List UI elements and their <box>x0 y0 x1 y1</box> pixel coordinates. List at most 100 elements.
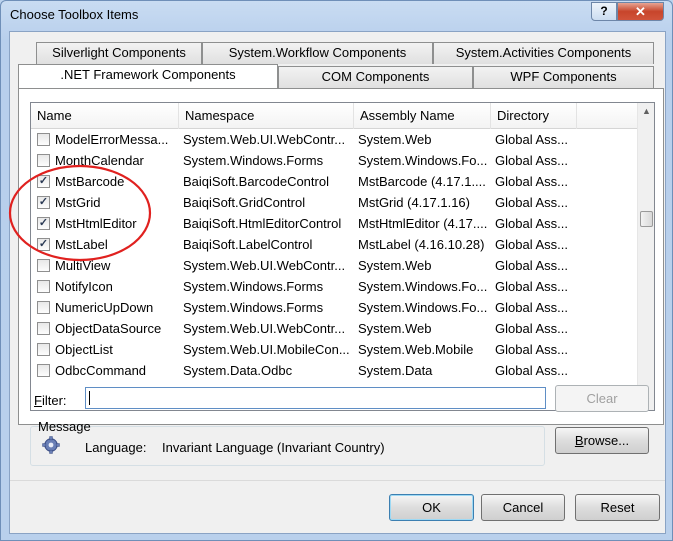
checkbox[interactable] <box>37 154 50 167</box>
clear-button[interactable]: Clear <box>555 385 649 412</box>
toolbox-items-list[interactable]: Name Namespace Assembly Name Directory M… <box>30 102 655 411</box>
cell-name: ObjectDataSource <box>55 321 162 336</box>
reset-button[interactable]: Reset <box>575 494 660 521</box>
checkbox[interactable] <box>37 343 50 356</box>
column-header-assembly-name[interactable]: Assembly Name <box>354 103 491 129</box>
table-row[interactable]: OdbcCommand System.Data.Odbc System.Data Gl… <box>31 360 637 381</box>
cell-name: MstHtmlEditor <box>55 216 137 231</box>
scrollbar-thumb[interactable] <box>640 211 653 227</box>
cell-assembly: MstGrid (4.17.1.16) <box>358 195 470 210</box>
cell-directory: Global Ass... <box>495 321 568 336</box>
cell-name: MultiView <box>55 258 111 273</box>
tab-silverlight-components[interactable]: Silverlight Components <box>36 42 202 64</box>
filter-label: Filter: <box>34 393 67 408</box>
cell-namespace: System.Web.UI.MobileCon... <box>183 342 350 357</box>
cell-namespace: System.Windows.Forms <box>183 153 324 168</box>
column-header-namespace[interactable]: Namespace <box>179 103 354 129</box>
cell-assembly: System.Windows.Fo... <box>358 279 488 294</box>
language-value: Invariant Language (Invariant Country) <box>162 440 385 455</box>
cell-name: MonthCalendar <box>55 153 144 168</box>
checked-checkbox[interactable]: ✓ <box>37 196 50 209</box>
column-header-directory[interactable]: Directory <box>491 103 577 129</box>
cell-name: NotifyIcon <box>55 279 113 294</box>
cell-assembly: System.Web <box>358 258 432 273</box>
browse-button[interactable]: Browse... <box>555 427 649 454</box>
filter-input[interactable] <box>85 387 546 409</box>
cell-directory: Global Ass... <box>495 237 568 252</box>
gear-icon <box>42 436 60 454</box>
table-row[interactable]: ModelErrorMessa... System.Web.UI.WebContr… <box>31 129 637 150</box>
text-cursor <box>89 391 90 405</box>
cell-namespace: System.Web.UI.WebContr... <box>183 258 346 273</box>
cell-assembly: MstHtmlEditor (4.17.... <box>358 216 488 231</box>
table-row[interactable]: ✓ MstLabel BaiqiSoft.LabelControl MstLabel … <box>31 234 637 255</box>
vertical-scrollbar[interactable]: ▲ ▼ <box>637 103 654 410</box>
cell-name: NumericUpDown <box>55 300 154 315</box>
checkbox[interactable] <box>37 301 50 314</box>
checkbox[interactable] <box>37 322 50 335</box>
cell-assembly: System.Data <box>358 363 433 378</box>
cell-directory: Global Ass... <box>495 258 568 273</box>
checkbox[interactable] <box>37 133 50 146</box>
checked-checkbox[interactable]: ✓ <box>37 238 50 251</box>
ok-button[interactable]: OK <box>389 494 474 521</box>
checkbox[interactable] <box>37 364 50 377</box>
cell-directory: Global Ass... <box>495 132 568 147</box>
cell-assembly: System.Web.Mobile <box>358 342 474 357</box>
cell-name: OdbcCommand <box>55 363 147 378</box>
cancel-button[interactable]: Cancel <box>481 494 565 521</box>
cell-name: ObjectList <box>55 342 113 357</box>
cell-namespace: System.Web.UI.WebContr... <box>183 321 346 336</box>
cell-directory: Global Ass... <box>495 342 568 357</box>
message-label: Message <box>38 419 91 434</box>
cell-namespace: BaiqiSoft.BarcodeControl <box>183 174 329 189</box>
cell-assembly: System.Windows.Fo... <box>358 153 488 168</box>
tab-system-activities-components[interactable]: System.Activities Components <box>433 42 654 64</box>
filter-label-rest: ilter: <box>41 393 67 408</box>
cell-namespace: BaiqiSoft.GridControl <box>183 195 306 210</box>
table-row[interactable]: ✓ MstHtmlEditor BaiqiSoft.HtmlEditorContro… <box>31 213 637 234</box>
cell-assembly: MstLabel (4.16.10.28) <box>358 237 485 252</box>
cell-directory: Global Ass... <box>495 279 568 294</box>
table-row[interactable]: ObjectDataSource System.Web.UI.WebContr..… <box>31 318 637 339</box>
window-title: Choose Toolbox Items <box>10 7 139 22</box>
scroll-up-arrow-icon[interactable]: ▲ <box>638 103 654 120</box>
language-label: Language: <box>85 440 147 455</box>
dialog-window: Choose Toolbox Items ? ✕ Silverlight Com… <box>0 0 673 541</box>
cell-directory: Global Ass... <box>495 174 568 189</box>
tab-system-workflow-components[interactable]: System.Workflow Components <box>202 42 433 64</box>
table-row[interactable]: ObjectList System.Web.UI.MobileCon... Syst… <box>31 339 637 360</box>
cell-assembly: System.Windows.Fo... <box>358 300 488 315</box>
cell-namespace: System.Web.UI.WebContr... <box>183 132 346 147</box>
cell-assembly: MstBarcode (4.17.1.... <box>358 174 486 189</box>
list-header: Name Namespace Assembly Name Directory <box>31 103 637 129</box>
checked-checkbox[interactable]: ✓ <box>37 175 50 188</box>
tab-net-framework-components[interactable]: .NET Framework Components <box>18 64 278 88</box>
cell-namespace: BaiqiSoft.LabelControl <box>183 237 313 252</box>
table-row[interactable]: NumericUpDown System.Windows.Forms System.… <box>31 297 637 318</box>
cell-name: MstLabel <box>55 237 108 252</box>
checkbox[interactable] <box>37 280 50 293</box>
table-row[interactable]: ✓ MstBarcode BaiqiSoft.BarcodeControl MstBa… <box>31 171 637 192</box>
tab-com-components[interactable]: COM Components <box>278 66 473 88</box>
tab-wpf-components[interactable]: WPF Components <box>473 66 654 88</box>
table-row[interactable]: MultiView System.Web.UI.WebContr... System… <box>31 255 637 276</box>
cell-directory: Global Ass... <box>495 195 568 210</box>
checkbox[interactable] <box>37 259 50 272</box>
column-header-name[interactable]: Name <box>31 103 179 129</box>
cell-directory: Global Ass... <box>495 363 568 378</box>
table-row[interactable]: NotifyIcon System.Windows.Forms System.Win… <box>31 276 637 297</box>
cell-name: ModelErrorMessa... <box>55 132 169 147</box>
cell-directory: Global Ass... <box>495 300 568 315</box>
dialog-footer <box>10 481 665 533</box>
dialog-client-area: Silverlight Components System.Workflow C… <box>9 31 666 534</box>
table-row[interactable]: MonthCalendar System.Windows.Forms System.… <box>31 150 637 171</box>
browse-label-rest: rowse... <box>583 433 630 448</box>
close-button[interactable]: ✕ <box>617 2 664 21</box>
cell-directory: Global Ass... <box>495 153 568 168</box>
checked-checkbox[interactable]: ✓ <box>37 217 50 230</box>
cell-namespace: System.Data.Odbc <box>183 363 293 378</box>
cell-assembly: System.Web <box>358 132 432 147</box>
table-row[interactable]: ✓ MstGrid BaiqiSoft.GridControl MstGrid (4.… <box>31 192 637 213</box>
help-button[interactable]: ? <box>591 2 617 21</box>
